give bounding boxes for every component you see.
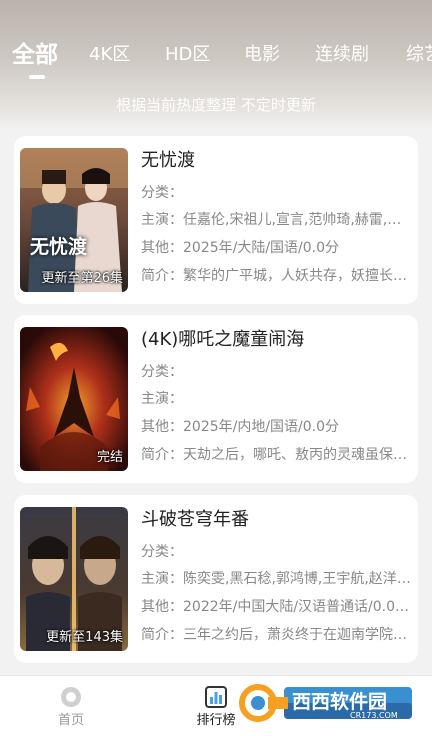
item-category: 分类：	[141, 364, 183, 380]
tab-movie[interactable]: 电影	[244, 38, 280, 72]
item-intro: 简介：繁华的广平城，人妖共存，妖擅长…	[141, 268, 407, 284]
episode-badge: 更新至143集	[46, 630, 123, 645]
episode-badge: 完结	[96, 450, 123, 465]
item-other: 其他：2025年/内地/国语/0.0分	[141, 419, 340, 435]
tab-variety[interactable]: 综艺	[406, 38, 432, 72]
item-cast: 主演：	[141, 391, 183, 407]
poster-title: 无忧渡	[30, 236, 88, 258]
episode-badge: 更新至第26集	[41, 271, 123, 286]
list-item[interactable]: 无忧渡 更新至第26集 无忧渡 分类： 主演：任嘉伦,宋祖儿,宣言,范帅琦,赫雷…	[14, 136, 418, 304]
item-title: 无忧渡	[141, 150, 195, 171]
svg-text:CR173.COM: CR173.COM	[350, 711, 398, 720]
tab-all[interactable]: 全部	[12, 38, 58, 72]
item-other: 其他：2025年/大陆/国语/0.0分	[141, 240, 340, 256]
active-tab-indicator	[29, 75, 45, 79]
list-item[interactable]: 更新至143集 斗破苍穹年番 分类： 主演：陈奕雯,黑石稔,郭鸿博,王宇航,赵洋…	[14, 495, 418, 663]
item-other: 其他：2022年/中国大陆/汉语普通话/0.0…	[141, 599, 410, 615]
poster-image: 无忧渡 更新至第26集	[20, 148, 128, 292]
item-cast: 主演：任嘉伦,宋祖儿,宣言,范帅琦,赫雷,刘…	[141, 212, 411, 228]
item-intro: 简介：天劫之后，哪吒、敖丙的灵魂虽保…	[141, 447, 407, 463]
tab-4k[interactable]: 4K区	[89, 38, 130, 72]
item-intro: 简介：三年之约后，萧炎终于在迦南学院…	[141, 627, 407, 643]
poster-image: 更新至143集	[20, 507, 128, 651]
category-tabs: 全部 4K区 HD区 电影 连续剧 综艺	[0, 38, 432, 78]
poster-image: 完结	[20, 327, 128, 471]
item-category: 分类：	[141, 544, 183, 560]
item-cast: 主演：陈奕雯,黑石稔,郭鸿博,王宇航,赵洋,…	[141, 571, 411, 587]
item-title: (4K)哪吒之魔童闹海	[141, 329, 305, 350]
item-category: 分类：	[141, 185, 183, 201]
nav-home-label: 首页	[57, 713, 84, 728]
list-item[interactable]: 完结 (4K)哪吒之魔童闹海 分类： 主演： 其他：2025年/内地/国语/0.…	[14, 315, 418, 483]
item-title: 斗破苍穹年番	[141, 509, 249, 530]
page-subtitle: 根据当前热度整理 不定时更新	[116, 96, 316, 114]
watermark-logo: 西西软件园 CR173.COM	[238, 683, 414, 723]
tab-series[interactable]: 连续剧	[315, 38, 369, 72]
tab-hd[interactable]: HD区	[165, 38, 210, 72]
svg-text:西西软件园: 西西软件园	[292, 690, 387, 713]
